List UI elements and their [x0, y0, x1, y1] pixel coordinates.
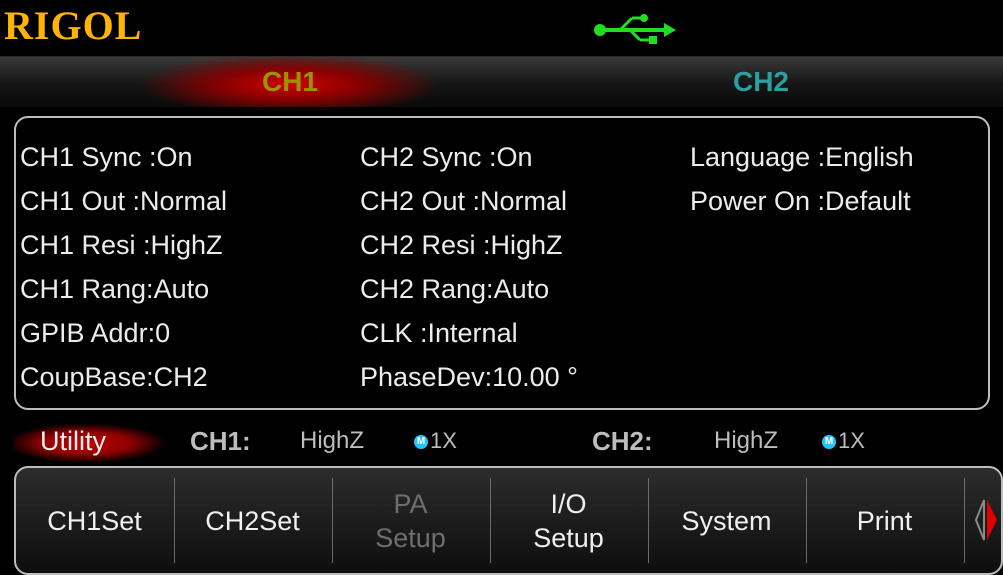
usb-icon	[594, 14, 676, 44]
ch2-range-value: CH2 Rang:Auto	[360, 274, 550, 304]
m-icon: M	[822, 435, 836, 450]
channel-tab-bar: CH1 CH2	[0, 56, 1003, 107]
softkey-menu: CH1Set CH2Set PA Setup I/O Setup System …	[14, 466, 1003, 575]
ch1-status-label: CH1:	[190, 426, 251, 456]
page-arrow-icon[interactable]	[974, 498, 998, 542]
ch1-resi-value: CH1 Resi :HighZ	[20, 230, 223, 260]
io-setup-key[interactable]: I/O Setup	[490, 468, 647, 573]
ch2set-key[interactable]: CH2Set	[174, 468, 331, 573]
ch1-sync-value: CH1 Sync :On	[20, 142, 193, 172]
ch1-impedance: HighZ	[300, 427, 365, 454]
tab-ch2[interactable]: CH2	[611, 57, 911, 107]
utility-mode-label: Utility	[14, 420, 174, 462]
ch1set-key[interactable]: CH1Set	[16, 468, 173, 573]
utility-info-panel: CH1 Sync :On CH1 Out :Normal CH1 Resi :H…	[14, 116, 990, 410]
tab-ch1[interactable]: CH1	[140, 57, 440, 107]
ch2-impedance: HighZ	[714, 427, 779, 454]
m-icon: M	[414, 435, 428, 450]
coupbase-value: CoupBase:CH2	[20, 362, 208, 392]
clk-value: CLK :Internal	[360, 318, 518, 348]
language-value: Language :English	[690, 142, 914, 172]
ch2-multiplier: M 1X	[822, 420, 865, 462]
gpib-addr-value: GPIB Addr:0	[20, 318, 171, 348]
ch1-range-value: CH1 Rang:Auto	[20, 274, 210, 304]
ch2-sync-value: CH2 Sync :On	[360, 142, 533, 172]
rigol-logo: RIGOL	[4, 3, 143, 48]
ch2-out-value: CH2 Out :Normal	[360, 186, 568, 216]
system-key[interactable]: System	[648, 468, 805, 573]
ch1-out-value: CH1 Out :Normal	[20, 186, 228, 216]
ch2-status-label: CH2:	[592, 426, 653, 456]
phasedev-value: PhaseDev:10.00 °	[360, 362, 578, 392]
power-on-value: Power On :Default	[690, 186, 911, 216]
ch2-resi-value: CH2 Resi :HighZ	[360, 230, 563, 260]
pa-setup-key[interactable]: PA Setup	[332, 468, 489, 573]
print-key[interactable]: Print	[806, 468, 963, 573]
ch1-multiplier: M 1X	[414, 420, 457, 462]
